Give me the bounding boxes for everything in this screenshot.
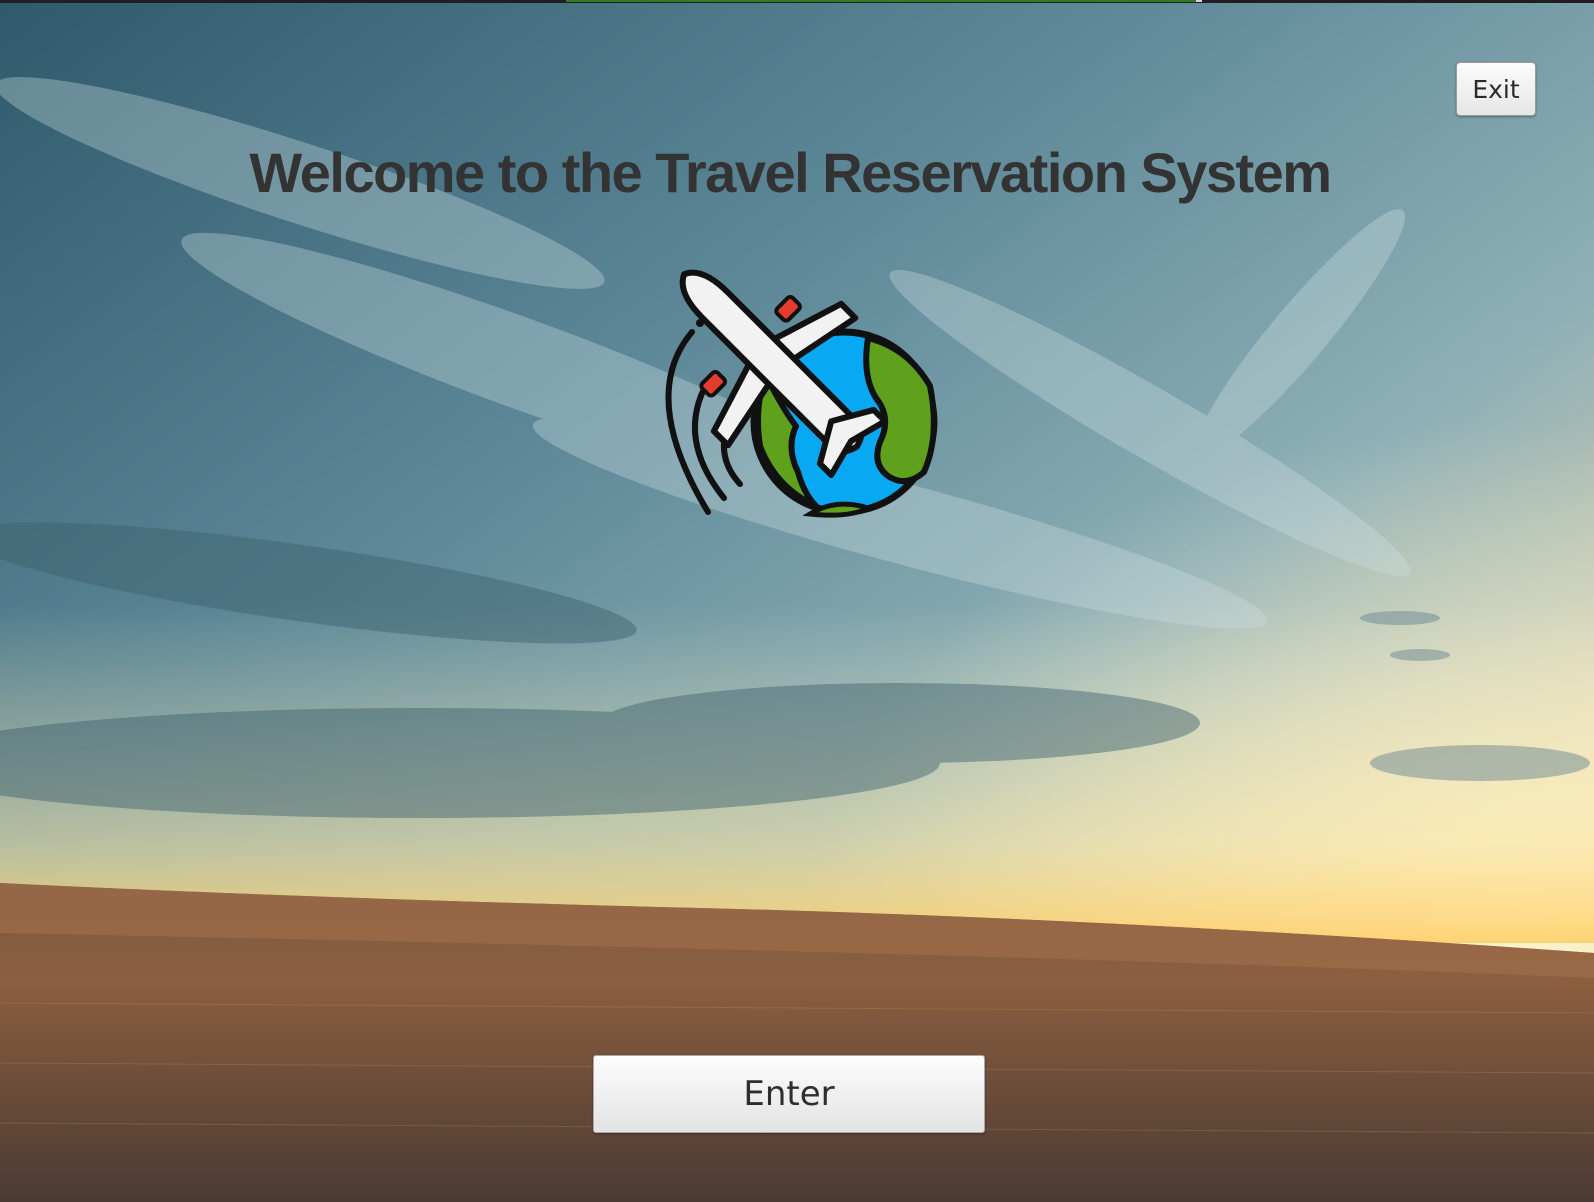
plane-globe-icon [665, 269, 938, 518]
title-accent-mark [1196, 0, 1202, 2]
page-title: Welcome to the Travel Reservation System [249, 141, 1332, 204]
welcome-window: Exit Welcome to the Travel Reservation S… [0, 0, 1594, 1202]
enter-button[interactable]: Enter [593, 1055, 985, 1133]
exit-button[interactable]: Exit [1456, 62, 1536, 116]
title-accent-bar [566, 0, 1196, 2]
